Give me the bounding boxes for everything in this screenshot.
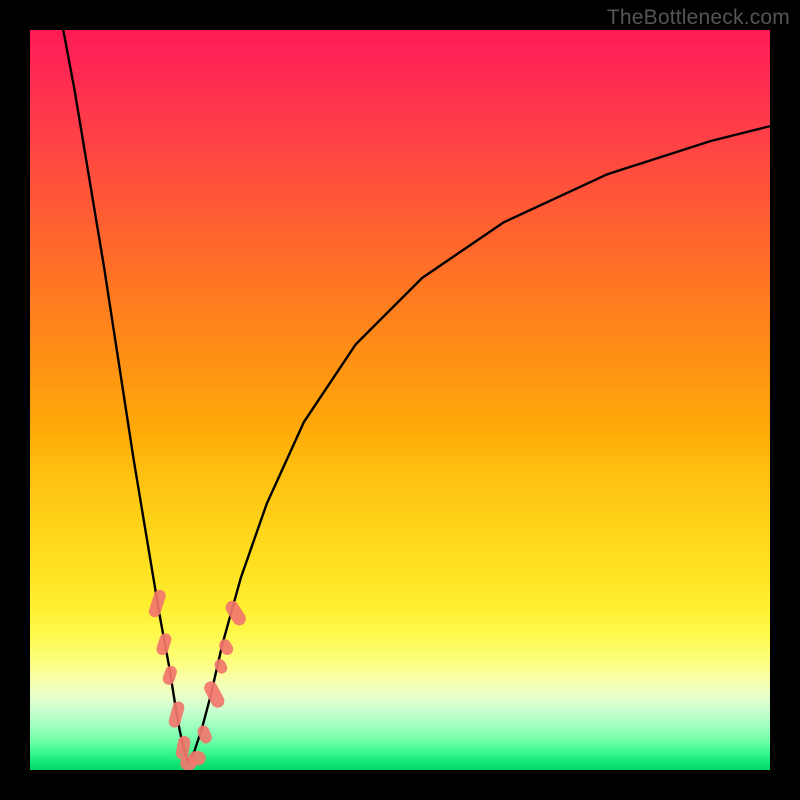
data-marker bbox=[189, 751, 206, 765]
data-marker bbox=[202, 679, 227, 710]
data-marker bbox=[167, 700, 185, 729]
curve-group bbox=[63, 30, 770, 761]
data-marker bbox=[161, 664, 178, 686]
data-marker bbox=[147, 588, 167, 618]
data-marker bbox=[223, 598, 248, 628]
plot-area bbox=[30, 30, 770, 770]
curve-svg bbox=[30, 30, 770, 770]
bottleneck-curve-left bbox=[63, 30, 187, 761]
chart-container: TheBottleneck.com bbox=[0, 0, 800, 800]
watermark-text: TheBottleneck.com bbox=[607, 6, 790, 30]
data-marker bbox=[155, 632, 173, 657]
bottleneck-curve-right bbox=[188, 126, 770, 761]
